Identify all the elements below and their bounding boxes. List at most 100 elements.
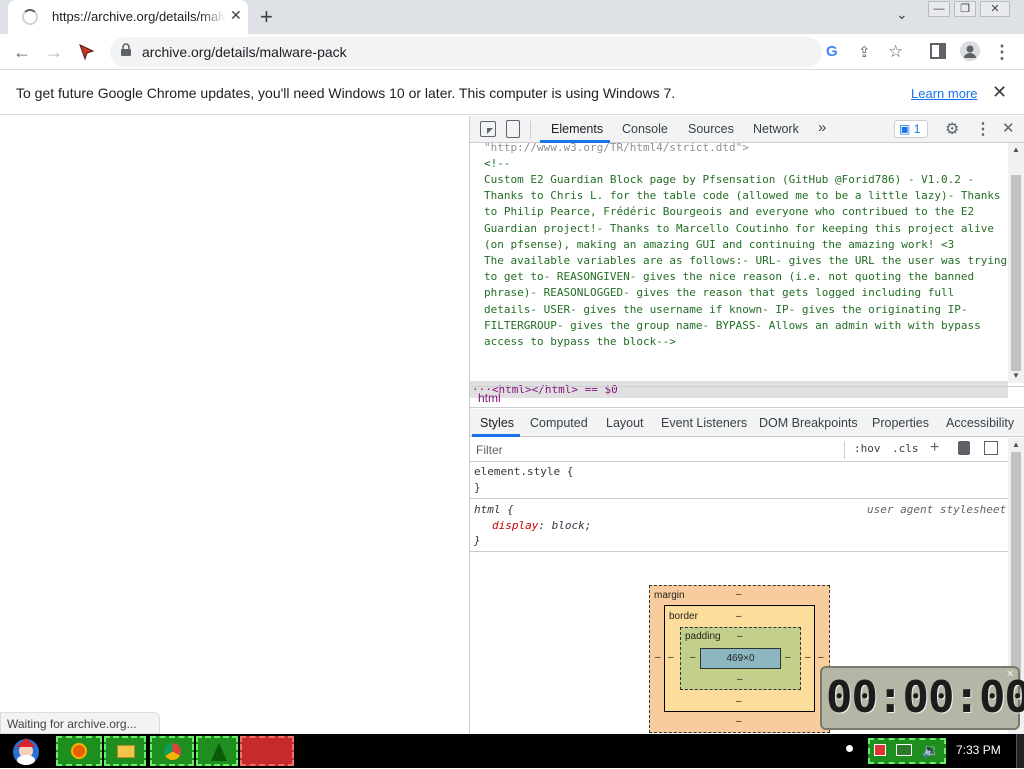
tab-sources[interactable]: Sources <box>688 122 734 136</box>
learn-more-link[interactable]: Learn more <box>911 86 977 101</box>
taskbar-explorer[interactable] <box>104 736 146 766</box>
tab-properties[interactable]: Properties <box>872 416 929 430</box>
display-declaration[interactable]: display: block; <box>492 519 591 532</box>
border-left-value[interactable]: – <box>668 652 674 663</box>
scroll-up-icon[interactable]: ▲ <box>1012 145 1020 154</box>
tab-event-listeners[interactable]: Event Listeners <box>661 416 747 430</box>
element-style-selector[interactable]: element.style { <box>474 465 573 478</box>
display-property: display <box>492 519 539 532</box>
update-infobar: To get future Google Chrome updates, you… <box>0 71 1024 115</box>
new-style-rule-icon[interactable]: + <box>930 439 939 457</box>
styles-filter-input[interactable]: Filter <box>476 443 503 457</box>
system-tray[interactable]: 🔉 <box>868 738 946 764</box>
stopwatch-close-icon[interactable]: ✕ <box>1006 669 1014 680</box>
styles-scroll-up-icon[interactable]: ▲ <box>1012 440 1020 449</box>
taskbar-app[interactable] <box>196 736 238 766</box>
tab-layout[interactable]: Layout <box>606 416 644 430</box>
google-lens-icon[interactable]: G <box>826 43 838 60</box>
share-icon[interactable]: ⇪ <box>858 43 871 61</box>
dom-tree[interactable]: "http://www.w3.org/TR/html4/strict.dtd">… <box>470 140 1008 398</box>
html-ua-rule[interactable]: html { user agent stylesheet display: bl… <box>470 500 1008 552</box>
dom-comment-body[interactable]: Custom E2 Guardian Block page by Pfsensa… <box>484 172 1008 253</box>
margin-right-value[interactable]: – <box>818 652 824 663</box>
chrome-icon <box>164 743 181 760</box>
volume-icon[interactable]: 🔉 <box>922 742 939 759</box>
padding-bottom-value[interactable]: – <box>737 674 743 685</box>
tab-console[interactable]: Console <box>622 122 668 136</box>
padding-right-value[interactable]: – <box>785 652 791 663</box>
inspect-element-icon[interactable] <box>480 121 496 137</box>
infobar-close-icon[interactable]: ✕ <box>992 82 1007 103</box>
tab-close-icon[interactable]: ✕ <box>230 7 242 24</box>
html-rule-selector[interactable]: html { <box>474 503 514 516</box>
profile-avatar-icon[interactable] <box>960 41 980 61</box>
new-tab-button[interactable]: + <box>260 4 273 30</box>
dom-comment-open[interactable]: <!-- <box>484 156 1008 172</box>
breadcrumb-html[interactable]: html <box>478 391 501 405</box>
tray-flag-icon[interactable] <box>874 744 886 756</box>
border-top-value[interactable]: – <box>736 611 742 622</box>
show-desktop-button[interactable] <box>1016 734 1024 768</box>
tab-elements[interactable]: Elements <box>551 122 603 136</box>
forward-icon[interactable]: → <box>44 42 64 63</box>
close-window-button[interactable]: ✕ <box>980 1 1010 17</box>
dom-comment-vars[interactable]: The available variables are as follows:-… <box>484 253 1008 350</box>
menu-kebab-icon[interactable]: ⋮ <box>992 42 1012 63</box>
dom-scroll-thumb[interactable] <box>1011 175 1021 371</box>
minimize-button[interactable]: — <box>928 1 950 17</box>
box-model-padding[interactable]: padding – – – – 469×0 <box>680 627 801 690</box>
box-model-margin[interactable]: margin – – – – border – – – – padding – … <box>649 585 830 733</box>
margin-left-value[interactable]: – <box>655 652 661 663</box>
tab-network[interactable]: Network <box>753 122 799 136</box>
element-style-rule[interactable]: element.style { } <box>470 463 1008 499</box>
start-button[interactable] <box>2 736 50 766</box>
sidebar-tabs: Styles Computed Layout Event Listeners D… <box>470 409 1024 437</box>
border-bottom-value[interactable]: – <box>736 696 742 707</box>
devtools-menu-icon[interactable]: ⋮ <box>975 119 991 139</box>
maximize-button[interactable]: ❐ <box>954 1 976 17</box>
stopwatch-widget[interactable]: 00:00:00 ✕ <box>820 666 1024 730</box>
tab-search-icon[interactable]: ⌄ <box>896 6 908 23</box>
browser-tab[interactable]: https://archive.org/details/malwa ✕ <box>8 0 248 34</box>
element-style-close: } <box>474 481 481 494</box>
more-tabs-icon[interactable]: » <box>818 119 826 136</box>
tab-computed[interactable]: Computed <box>530 416 588 430</box>
device-toolbar-icon[interactable] <box>506 120 520 138</box>
lock-icon[interactable] <box>120 43 132 60</box>
margin-bottom-value[interactable]: – <box>736 716 742 727</box>
padding-left-value[interactable]: – <box>690 652 696 663</box>
address-bar[interactable]: archive.org/details/malware-pack G ⇪ ☆ <box>110 37 903 67</box>
scroll-down-icon[interactable]: ▼ <box>1012 371 1020 380</box>
settings-gear-icon[interactable]: ⚙ <box>945 119 959 139</box>
taskbar-red-window[interactable] <box>240 736 294 766</box>
dom-doctype-line[interactable]: "http://www.w3.org/TR/html4/strict.dtd"> <box>484 140 1008 156</box>
box-model-content-size[interactable]: 469×0 <box>700 648 781 669</box>
tab-styles[interactable]: Styles <box>480 416 514 430</box>
side-panel-icon[interactable] <box>930 43 946 59</box>
taskbar-firefox[interactable] <box>56 736 102 766</box>
extension-icon[interactable] <box>76 42 96 62</box>
hov-toggle[interactable]: :hov <box>854 442 881 455</box>
computed-styles-toggle-icon[interactable] <box>958 441 970 455</box>
tab-dom-breakpoints[interactable]: DOM Breakpoints <box>759 416 858 430</box>
cls-toggle[interactable]: .cls <box>892 442 919 455</box>
back-icon[interactable]: ← <box>12 42 32 63</box>
margin-top-value[interactable]: – <box>736 589 742 600</box>
padding-top-value[interactable]: – <box>737 631 743 642</box>
tab-accessibility[interactable]: Accessibility <box>946 416 1014 430</box>
issues-badge[interactable]: ▣ 1 <box>894 120 928 138</box>
tray-dot-icon[interactable] <box>846 745 853 752</box>
network-icon[interactable] <box>896 744 912 756</box>
margin-label: margin <box>654 590 685 601</box>
taskbar-clock[interactable]: 7:33 PM <box>956 743 1001 757</box>
url-text[interactable]: archive.org/details/malware-pack <box>142 44 347 60</box>
border-right-value[interactable]: – <box>805 652 811 663</box>
box-model-border[interactable]: border – – – – padding – – – – 469×0 <box>664 605 815 712</box>
dom-scrollbar[interactable]: ▲ ▼ <box>1008 143 1024 383</box>
close-devtools-icon[interactable]: ✕ <box>1002 119 1015 137</box>
bookmark-star-icon[interactable]: ☆ <box>888 42 903 62</box>
toggle-sidebar-icon[interactable] <box>984 441 998 455</box>
taskbar-chrome[interactable] <box>150 736 194 766</box>
browser-toolbar: ← → archive.org/details/malware-pack G ⇪… <box>0 34 1024 70</box>
infobar-message: To get future Google Chrome updates, you… <box>16 85 676 101</box>
